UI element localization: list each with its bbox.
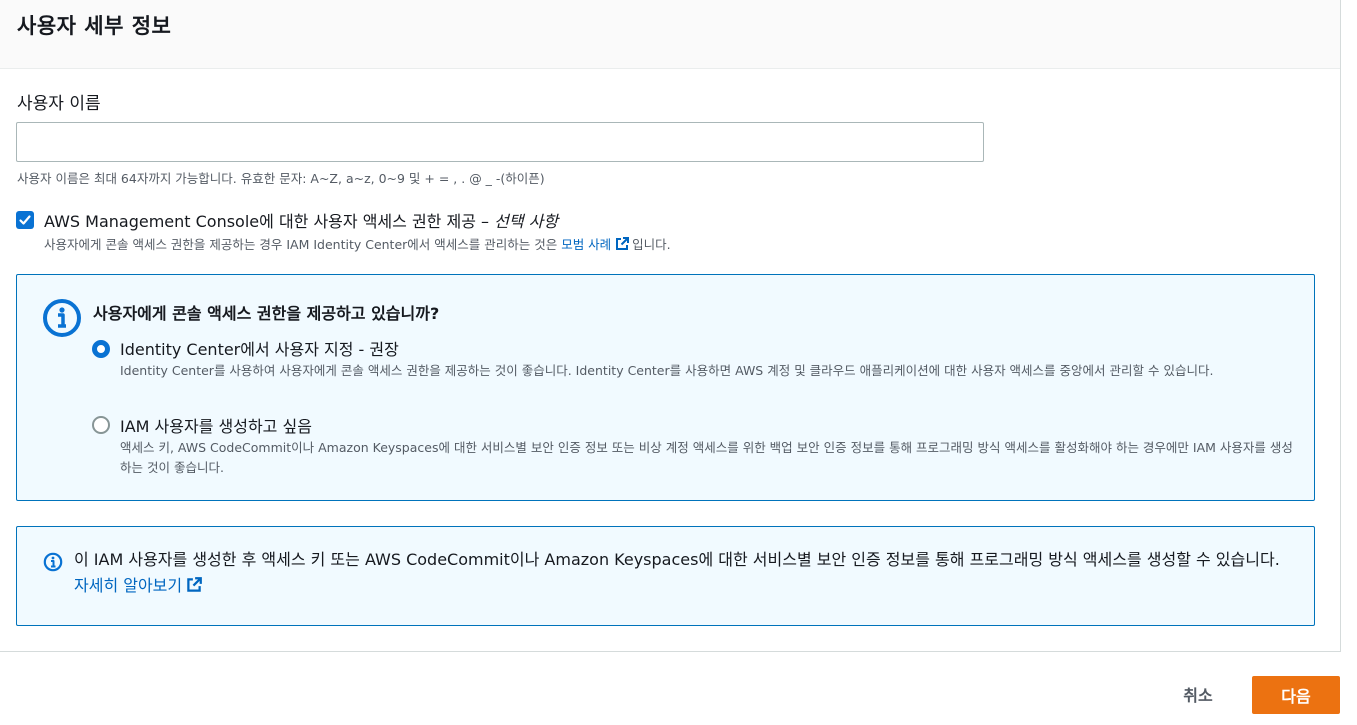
question-title: 사용자에게 콘솔 액세스 권한을 제공하고 있습니까? <box>93 304 440 323</box>
panel-header: 사용자 세부 정보 <box>0 0 1340 69</box>
console-access-desc-text: 사용자에게 콘솔 액세스 권한을 제공하는 경우 IAM Identity Ce… <box>44 237 562 252</box>
notice-body: 이 IAM 사용자를 생성한 후 액세스 키 또는 AWS CodeCommit… <box>74 550 1280 569</box>
learn-more-link-text: 자세히 알아보기 <box>74 576 183 595</box>
console-access-desc-end: 입니다. <box>632 237 671 252</box>
learn-more-link[interactable]: 자세히 알아보기 <box>74 576 205 595</box>
user-details-panel: 사용자 세부 정보 사용자 이름 사용자 이름은 최대 64자까지 가능합니다.… <box>0 0 1341 652</box>
best-practice-link[interactable]: 모범 사례 <box>561 237 632 252</box>
console-access-description: 사용자에게 콘솔 액세스 권한을 제공하는 경우 IAM Identity Ce… <box>44 234 671 253</box>
username-label: 사용자 이름 <box>17 94 101 114</box>
radio-iam-user-desc: 액세스 키, AWS CodeCommit이나 Amazon Keyspaces… <box>120 440 1293 475</box>
info-notice: 이 IAM 사용자를 생성한 후 액세스 키 또는 AWS CodeCommit… <box>16 526 1315 626</box>
panel-title: 사용자 세부 정보 <box>17 14 172 38</box>
external-link-icon <box>187 577 203 592</box>
radio-identity-center-label[interactable]: Identity Center에서 사용자 지정 - 권장 <box>120 336 399 360</box>
best-practice-link-text: 모범 사례 <box>561 237 612 252</box>
next-button[interactable]: 다음 <box>1252 676 1340 714</box>
username-hint: 사용자 이름은 최대 64자까지 가능합니다. 유효한 문자: A~Z, a~z… <box>17 171 545 186</box>
console-access-question-box: 사용자에게 콘솔 액세스 권한을 제공하고 있습니까? Identity Cen… <box>16 274 1315 501</box>
console-access-label[interactable]: AWS Management Console에 대한 사용자 액세스 권한 제공… <box>44 208 558 232</box>
console-access-label-text: AWS Management Console에 대한 사용자 액세스 권한 제공… <box>44 212 490 231</box>
info-icon <box>43 552 63 572</box>
console-access-checkbox[interactable] <box>16 211 34 229</box>
cancel-button[interactable]: 취소 <box>1162 676 1234 712</box>
username-input[interactable] <box>16 122 984 162</box>
info-icon <box>43 299 81 337</box>
radio-iam-user[interactable] <box>92 416 110 434</box>
notice-text: 이 IAM 사용자를 생성한 후 액세스 키 또는 AWS CodeCommit… <box>74 547 1289 599</box>
radio-identity-center[interactable] <box>92 340 110 358</box>
external-link-icon <box>616 237 630 250</box>
radio-iam-user-label[interactable]: IAM 사용자를 생성하고 싶음 <box>120 413 312 437</box>
optional-tag: 선택 사항 <box>494 212 559 231</box>
check-icon <box>19 215 31 225</box>
radio-identity-center-desc: Identity Center를 사용하여 사용자에게 콘솔 액세스 권한을 제… <box>120 363 1214 378</box>
